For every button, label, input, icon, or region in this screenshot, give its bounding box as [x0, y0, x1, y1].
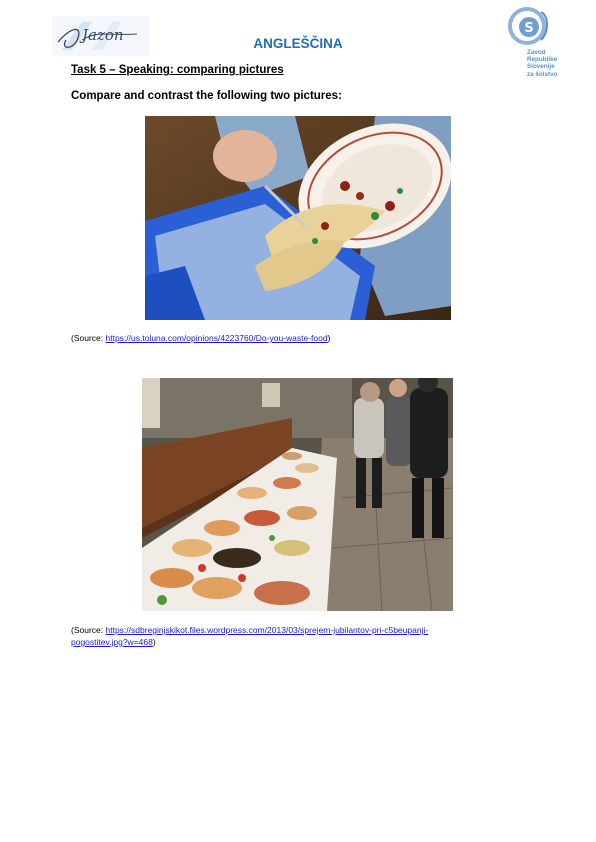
buffet-photo: [142, 378, 453, 611]
source-2-link-line-2[interactable]: pogostitev.jpg?w=468: [71, 637, 153, 647]
org-line-3: Slovenije: [527, 63, 555, 71]
source-2-link-line-1[interactable]: https://sdbreginjskikot.files.wordpress.…: [106, 625, 429, 635]
source-1-link[interactable]: https://us.toluna.com/opinions/4223760/D…: [106, 333, 328, 343]
org-line-1: Zavod: [527, 49, 546, 56]
source-2-prefix: (Source:: [71, 625, 106, 635]
task-instruction: Compare and contrast the following two p…: [71, 90, 342, 102]
source-1-suffix: ): [327, 333, 331, 343]
task-title: Task 5 – Speaking: comparing pictures: [71, 64, 284, 76]
org-line-2: Republike: [527, 56, 558, 64]
source-2: (Source: https://sdbreginjskikot.files.w…: [71, 624, 511, 648]
logo-letter: S: [524, 21, 533, 36]
zrss-logo: S Zavod Republike Slovenije za šolstvo: [505, 6, 567, 86]
source-1-prefix: (Source:: [71, 333, 106, 343]
food-waste-photo: [145, 116, 451, 320]
org-line-4: za šolstvo: [527, 70, 558, 78]
org-name: Zavod Republike Slovenije za šolstvo: [527, 49, 557, 78]
source-2-suffix: ): [152, 637, 156, 647]
source-1: (Source: https://us.toluna.com/opinions/…: [71, 332, 511, 344]
